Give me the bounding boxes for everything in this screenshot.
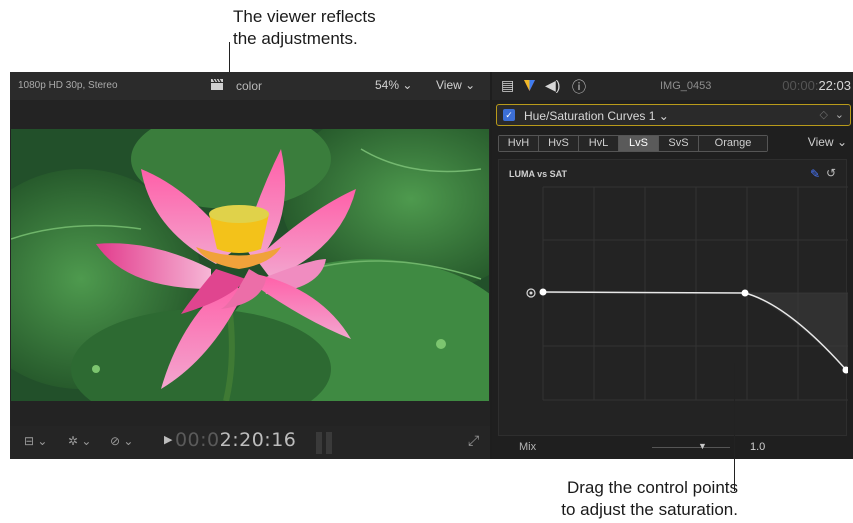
- callout-curve-leader: [734, 363, 735, 491]
- inspector-timecode: 00:00:22:03: [782, 78, 851, 93]
- chevron-down-icon[interactable]: ⌄: [835, 108, 844, 121]
- keyframe-icon[interactable]: ◇: [820, 108, 828, 121]
- effect-enabled-checkbox[interactable]: ✓: [503, 109, 515, 121]
- viewer-view-menu[interactable]: View ⌄: [436, 78, 475, 92]
- inspector-timecode-value: 22:03: [818, 78, 851, 93]
- info-icon[interactable]: ⓘ: [572, 77, 586, 97]
- mix-label: Mix: [519, 441, 537, 453]
- audio-meter-right: [326, 432, 332, 454]
- view-options-menu[interactable]: ⊟ ⌄: [24, 434, 47, 448]
- clip-name-label: color: [236, 79, 263, 93]
- final-cut-window: 1080p HD 30p, Stereo color 54% ⌄ View ⌄: [10, 72, 853, 459]
- chevron-down-icon: ⌄: [123, 434, 134, 448]
- chevron-down-icon: ⌄: [37, 434, 48, 448]
- tab-orange[interactable]: Orange: [699, 136, 767, 151]
- inspector-clip-name: IMG_0453: [660, 80, 712, 92]
- mix-value[interactable]: 1.0: [750, 441, 765, 453]
- chevron-down-icon: ⌄: [81, 434, 92, 448]
- effect-name: Hue/Saturation Curves 1: [524, 109, 656, 123]
- retime-menu[interactable]: ⊘ ⌄: [110, 434, 133, 448]
- effect-name-menu[interactable]: Hue/Saturation Curves 1 ⌄: [524, 109, 669, 123]
- timecode-leading: 00:0: [174, 429, 220, 451]
- viewer-header: 1080p HD 30p, Stereo color 54% ⌄ View ⌄: [10, 72, 490, 100]
- zoom-menu[interactable]: 54% ⌄: [375, 78, 412, 92]
- curve-control-point: [741, 289, 749, 297]
- audio-icon[interactable]: ◀): [545, 77, 560, 94]
- speedometer-icon: ⊘: [110, 434, 121, 448]
- inspector-header: ▤ ◀) ⓘ IMG_0453 00:00:22:03: [492, 72, 853, 100]
- film-icon[interactable]: ▤: [501, 77, 514, 94]
- audio-meter-left: [316, 432, 322, 454]
- enhance-menu[interactable]: ✲ ⌄: [68, 434, 91, 448]
- play-icon[interactable]: ▶: [164, 433, 173, 446]
- mix-slider-knob[interactable]: ▼: [698, 441, 707, 451]
- timecode-display[interactable]: ▶ 00:02:20:16: [164, 429, 296, 451]
- color-icon[interactable]: [523, 79, 536, 92]
- zoom-value: 54%: [375, 78, 400, 92]
- format-label: 1080p HD 30p, Stereo: [18, 80, 118, 91]
- tab-lvs[interactable]: LvS: [619, 136, 659, 151]
- transform-icon: ⊟: [24, 434, 35, 448]
- curve-panel: LUMA vs SAT ✎ ↺: [498, 159, 848, 437]
- callout-viewer-line2: the adjustments.: [233, 29, 358, 48]
- viewer-frame-lotus-image: [11, 129, 489, 401]
- callout-curve-line1: Drag the control points: [566, 478, 738, 497]
- mix-slider[interactable]: [652, 447, 730, 448]
- curve-control-point: [539, 288, 547, 296]
- view-menu-label: View: [436, 78, 462, 92]
- callout-curve-line2: to adjust the saturation.: [561, 500, 738, 519]
- timecode-value: 2:20:16: [219, 429, 297, 451]
- tab-svs[interactable]: SvS: [659, 136, 699, 151]
- tab-hvh[interactable]: HvH: [499, 136, 539, 151]
- callout-viewer: The viewer reflects the adjustments.: [233, 6, 433, 50]
- chevron-down-icon: ⌄: [658, 109, 669, 123]
- fullscreen-icon[interactable]: ⤢: [468, 432, 479, 449]
- color-inspector: ▤ ◀) ⓘ IMG_0453 00:00:22:03 ✓ Hue/Satura…: [492, 72, 853, 459]
- chevron-down-icon: ⌄: [836, 135, 847, 149]
- mix-control: Mix ▼ 1.0: [492, 436, 853, 459]
- inspector-timecode-leading: 00:00:: [782, 78, 819, 93]
- curve-graph[interactable]: [499, 160, 848, 437]
- tab-hvs[interactable]: HvS: [539, 136, 579, 151]
- curves-view-menu[interactable]: View ⌄: [808, 135, 847, 149]
- curves-view-label: View: [807, 135, 834, 149]
- tab-hvl[interactable]: HvL: [579, 136, 619, 151]
- chevron-down-icon: ⌄: [465, 78, 476, 92]
- effect-selector[interactable]: ✓ Hue/Saturation Curves 1 ⌄ ◇ ⌄: [496, 104, 851, 126]
- curve-tabs: HvH HvS HvL LvS SvS Orange: [498, 135, 768, 152]
- callout-viewer-line1: The viewer reflects: [233, 7, 376, 26]
- magic-wand-icon: ✲: [68, 434, 79, 448]
- clapper-icon[interactable]: [210, 78, 224, 91]
- callout-curve: Drag the control points to adjust the sa…: [498, 477, 738, 521]
- viewer: 1080p HD 30p, Stereo color 54% ⌄ View ⌄: [10, 72, 490, 459]
- viewer-footer: ⊟ ⌄ ✲ ⌄ ⊘ ⌄ ▶ 00:02:20:16 ⤢: [10, 426, 490, 459]
- chevron-down-icon: ⌄: [402, 78, 413, 92]
